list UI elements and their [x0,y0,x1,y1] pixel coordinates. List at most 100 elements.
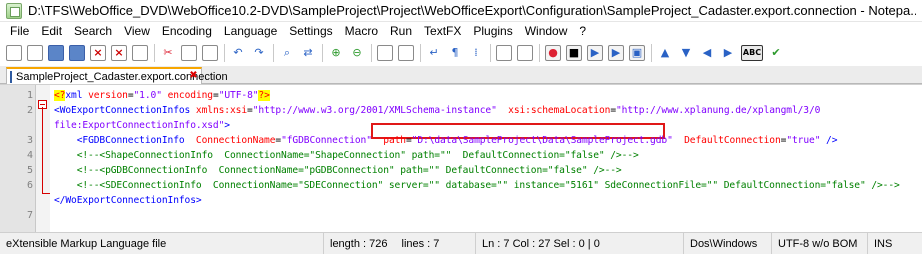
code-editor[interactable]: 1 <?xml version="1.0" encoding="UTF-8"?> 2… [0,84,922,233]
toolbar-separator [490,44,491,62]
menu-textfx[interactable]: TextFX [418,22,467,40]
word-wrap-icon[interactable]: ↵ [426,45,442,61]
menu-encoding[interactable]: Encoding [156,22,218,40]
title-bar: D:\TFS\WebOffice_DVD\WebOffice10.2-DVD\S… [0,0,922,22]
code-line[interactable]: <!--<pGDBConnectionInfo ConnectionName="… [54,163,622,178]
code-token: /> [820,135,838,146]
show-all-characters-icon[interactable]: ¶ [447,45,463,61]
file-icon [10,70,12,83]
menu-edit[interactable]: Edit [35,22,68,40]
code-line[interactable]: <FGDBConnectionInfo ConnectionName="fGDB… [54,133,838,148]
move-down-icon[interactable]: ▼ [678,45,694,61]
code-token: DefaultConnection [684,135,781,146]
code-token: xml [65,90,83,101]
code-token: <!--<pGDBConnectionInfo ConnectionName="… [54,165,622,176]
code-token: > [224,120,230,131]
status-position: Ln : 7 Col : 27 Sel : 0 | 0 [476,232,684,254]
menu-language[interactable]: Language [218,22,283,40]
menu-macro[interactable]: Macro [339,22,384,40]
open-file-icon[interactable] [27,45,43,61]
save-icon[interactable] [48,45,64,61]
spell-check-icon[interactable]: ABC [741,45,763,61]
menu-view[interactable]: View [118,22,156,40]
play-macro-icon[interactable]: ▶ [587,45,603,61]
new-file-icon[interactable] [6,45,22,61]
status-lines: lines : 7 [401,237,440,250]
line-number: 4 [26,150,33,161]
tab-bar: SampleProject_Cadaster.export.connection… [0,66,922,84]
play-multiple-icon[interactable]: ▶ [608,45,624,61]
function-list-icon[interactable] [517,45,533,61]
menu-settings[interactable]: Settings [283,22,338,40]
code-line[interactable]: </WoExportConnectionInfos> [54,193,202,208]
code-token: "http://www.xplanung.de/xplangml/3/0 [616,105,821,116]
user-language-icon[interactable] [496,45,512,61]
line-number: 6 [26,180,33,191]
line-number: 3 [26,135,33,146]
close-file-icon[interactable]: × [90,45,106,61]
code-token: "D:\data\SampleProject\Data\SampleProjec… [411,135,673,146]
menu-search[interactable]: Search [68,22,118,40]
status-insert-mode: INS [874,237,893,250]
indent-guide-icon[interactable]: ⁞ [468,45,484,61]
line-number [0,118,33,133]
code-token: version [88,90,128,101]
code-token: "true" [786,135,821,146]
redo-icon[interactable]: ↷ [251,45,267,61]
stop-macro-icon[interactable]: ■ [566,45,582,61]
close-tab-icon[interactable]: ✖ [188,70,199,81]
cut-icon[interactable]: ✂ [160,45,176,61]
plugin-icon[interactable]: ✔ [768,45,784,61]
code-line[interactable]: file:ExportConnectionInfo.xsd"> [54,118,230,133]
code-token: encoding [167,90,214,101]
code-token: path [383,135,406,146]
zoom-in-icon[interactable]: ⊕ [328,45,344,61]
code-line[interactable]: <?xml version="1.0" encoding="UTF-8"?> [54,88,270,103]
sync-vertical-icon[interactable] [377,45,393,61]
toolbar-separator [420,44,421,62]
menu-file[interactable]: File [4,22,35,40]
code-line[interactable]: <WoExportConnectionInfos xmlns:xsi="http… [54,103,820,118]
menu-run[interactable]: Run [384,22,418,40]
copy-icon[interactable] [181,45,197,61]
close-all-icon[interactable]: × [111,45,127,61]
menu-window[interactable]: Window [519,22,574,40]
code-token: "fGDBConnection" [281,135,372,146]
status-length-lines: length : 726 lines : 7 [324,232,476,254]
code-token: <!--<ShapeConnectionInfo ConnectionName=… [54,150,639,161]
code-token: <? [54,90,66,101]
line-number: 2 [26,105,33,116]
line-number [0,193,33,208]
move-up-icon[interactable]: ▲ [657,45,673,61]
zoom-out-icon[interactable]: ⊖ [349,45,365,61]
code-line[interactable]: <!--<ShapeConnectionInfo ConnectionName=… [54,148,639,163]
save-all-icon[interactable] [69,45,85,61]
menu-plugins[interactable]: Plugins [467,22,518,40]
status-length: length : 726 [330,237,388,250]
notepad-plus-plus-icon [6,2,22,19]
code-token: ?> [258,90,270,101]
toolbar-separator [322,44,323,62]
undo-icon[interactable]: ↶ [230,45,246,61]
indent-left-icon[interactable]: ◀ [699,45,715,61]
code-token: "UTF-8" [218,90,259,101]
code-token: WoExportConnectionInfos [65,195,196,206]
code-token: </ [54,195,66,206]
paste-icon[interactable] [202,45,218,61]
save-macro-icon[interactable]: ▣ [629,45,645,61]
status-file-type: eXtensible Markup Language file [0,232,324,254]
sync-horizontal-icon[interactable] [398,45,414,61]
replace-icon[interactable]: ⇄ [300,45,316,61]
menu-help[interactable]: ? [573,22,592,40]
fold-line [42,107,43,193]
code-token: xmlns:xsi [195,105,248,116]
tab-sampleproject-cadaster[interactable]: SampleProject_Cadaster.export.connection… [6,67,228,84]
find-icon[interactable]: ⌕ [279,45,295,61]
indent-right-icon[interactable]: ▶ [720,45,736,61]
status-bar: eXtensible Markup Language file length :… [0,232,922,254]
line-number: 5 [26,165,33,176]
print-icon[interactable] [132,45,148,61]
code-line[interactable]: <!--<SDEConnectionInfo ConnectionName="S… [54,178,900,193]
record-macro-icon[interactable]: ● [545,45,561,61]
